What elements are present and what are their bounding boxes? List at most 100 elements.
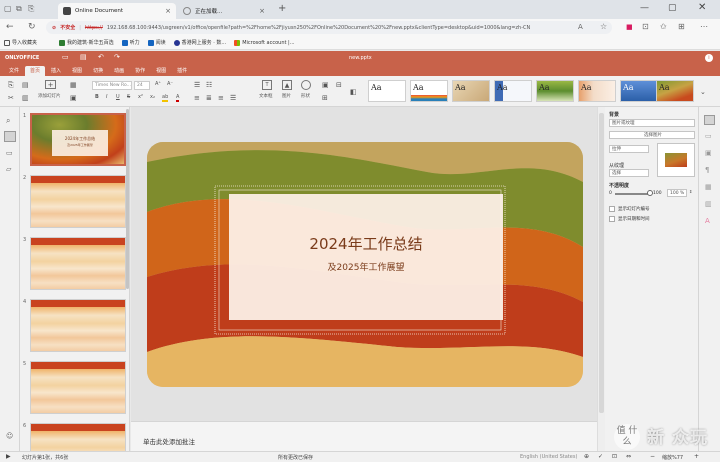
tab-actions-icon[interactable]: ⎘	[28, 4, 34, 14]
fill-type-select[interactable]: 图片或纹理	[609, 119, 695, 127]
new-tab-button[interactable]: +	[278, 3, 286, 14]
tab-loading[interactable]: 正在加载... ×	[178, 3, 270, 19]
save-icon[interactable]: ▭	[62, 53, 69, 61]
chart-settings-icon[interactable]: ▥	[705, 200, 712, 208]
theme-thumb-8[interactable]: Aa	[656, 80, 694, 102]
slide-thumbnail-2[interactable]	[30, 175, 126, 228]
opacity-slider[interactable]	[615, 193, 651, 195]
textbox-button[interactable]: T 文本框	[259, 79, 275, 105]
slide-subtitle[interactable]: 及2025年工作展望	[229, 260, 503, 273]
info-icon[interactable]: i	[705, 54, 713, 62]
arrange-icon[interactable]: ▣	[322, 81, 329, 89]
bookmark-item[interactable]: 听力	[121, 39, 140, 46]
numbering-icon[interactable]: ☷	[206, 81, 212, 89]
underline-icon[interactable]: U	[116, 94, 120, 100]
color-scheme-icon[interactable]: ◧	[350, 88, 357, 96]
align-right-icon[interactable]: ≡	[218, 94, 224, 102]
scroll-thumb[interactable]	[599, 113, 604, 413]
reset-icon[interactable]: ▣	[70, 94, 77, 102]
add-slide-button[interactable]: + 添加幻灯片	[38, 79, 62, 105]
cut-icon[interactable]: ✂	[8, 94, 14, 102]
align-left-icon[interactable]: ≡	[194, 94, 200, 102]
align-center-icon[interactable]: ≣	[206, 94, 212, 102]
theme-thumb-7[interactable]: Aa	[620, 80, 658, 102]
strikethrough-icon[interactable]: S	[127, 94, 130, 100]
redo-icon[interactable]: ↷	[114, 53, 120, 61]
comments-icon[interactable]: ▭	[6, 149, 13, 157]
stretch-select[interactable]: 拉伸	[609, 145, 649, 153]
favorites-icon[interactable]: ✩	[660, 22, 667, 32]
tab-animation[interactable]: 动画	[109, 66, 129, 76]
tab-view[interactable]: 视图	[151, 66, 171, 76]
theme-gallery-expand-icon[interactable]: ⌄	[700, 88, 706, 96]
group-icon[interactable]: ⊞	[322, 94, 328, 102]
theme-thumb-5[interactable]: Aa	[536, 80, 574, 102]
slide-number-checkbox[interactable]	[609, 206, 615, 212]
slide-thumbnail-3[interactable]	[30, 237, 126, 290]
fit-slide-icon[interactable]: ⊡	[612, 453, 617, 460]
slideshow-icon[interactable]: ▶	[6, 453, 11, 460]
favorite-star-icon[interactable]: ☆	[600, 22, 607, 32]
slide-title[interactable]: 2024年工作总结	[229, 233, 503, 254]
undo-icon[interactable]: ↶	[98, 53, 104, 61]
select-image-button[interactable]: 选择图片	[609, 131, 695, 139]
print-icon[interactable]: ▤	[80, 53, 87, 61]
extension-icon[interactable]: ■	[626, 22, 633, 32]
decrease-font-icon[interactable]: A⁻	[167, 81, 173, 87]
textart-settings-icon[interactable]: A	[705, 217, 710, 225]
language-select[interactable]: English (United States)	[520, 454, 577, 460]
bookmark-item[interactable]: 我的建筑·新华五百选	[59, 39, 114, 46]
tab-online-document[interactable]: Online Document ×	[58, 3, 176, 19]
close-tab-icon[interactable]: ×	[165, 7, 171, 15]
bookmark-item[interactable]: 香港网上服务 · 数...	[173, 39, 226, 46]
chat-icon[interactable]: ▱	[6, 165, 11, 173]
italic-icon[interactable]: I	[106, 94, 107, 100]
opacity-input[interactable]: 100 %	[667, 189, 687, 197]
bookmark-item[interactable]: Microsoft account |...	[234, 39, 295, 46]
bookmark-item[interactable]: 阅读	[147, 39, 166, 46]
theme-thumb-6[interactable]: Aa	[578, 80, 616, 102]
read-aloud-icon[interactable]: A	[578, 22, 583, 32]
tab-file[interactable]: 文件	[4, 66, 24, 76]
paragraph-settings-icon[interactable]: ¶	[705, 166, 709, 174]
close-tab-icon[interactable]: ×	[259, 7, 265, 15]
tab-plugins[interactable]: 插件	[172, 66, 192, 76]
layout-icon[interactable]: ▦	[70, 81, 77, 89]
image-button[interactable]: ▲ 图片	[280, 79, 294, 105]
justify-icon[interactable]: ☰	[230, 94, 236, 102]
tab-insert[interactable]: 插入	[46, 66, 66, 76]
browser-menu-icon[interactable]: ▢	[4, 4, 12, 13]
close-window-icon[interactable]: ✕	[698, 2, 706, 13]
more-menu-icon[interactable]: ⋯	[700, 22, 708, 32]
search-icon[interactable]: ⌕	[6, 116, 10, 126]
opacity-spinner-icon[interactable]: ⇕	[689, 189, 692, 194]
slide-thumbnail-5[interactable]	[30, 361, 126, 414]
spellcheck-icon[interactable]: ✓	[598, 453, 603, 460]
font-color-icon[interactable]: A	[176, 94, 180, 102]
font-size-select[interactable]: 24	[134, 81, 150, 90]
workspaces-icon[interactable]: ⧉	[16, 4, 22, 14]
minimize-icon[interactable]: —	[640, 3, 649, 13]
table-settings-icon[interactable]: ▦	[705, 183, 712, 191]
url-field[interactable]: ⊘ 不安全 | https:// 192.168.68.100:9443/usg…	[46, 21, 612, 34]
shape-settings-icon[interactable]: ▭	[705, 132, 712, 140]
fit-width-icon[interactable]: ⇔	[626, 453, 631, 460]
paste-icon[interactable]: ▤	[22, 81, 29, 89]
slide-thumbnail-6[interactable]	[30, 423, 126, 451]
slide-settings-icon[interactable]	[704, 115, 715, 125]
texture-select[interactable]: 选择	[609, 169, 649, 177]
tab-home[interactable]: 首页	[25, 66, 46, 76]
theme-thumb-4[interactable]: Aa	[494, 80, 532, 102]
date-time-checkbox[interactable]	[609, 216, 615, 222]
tab-transitions[interactable]: 切换	[88, 66, 108, 76]
theme-thumb-1[interactable]: Aa	[368, 80, 406, 102]
format-painter-icon[interactable]: ▥	[22, 94, 29, 102]
subscript-icon[interactable]: x₂	[150, 94, 155, 100]
collections-icon[interactable]: ⊞	[678, 22, 685, 32]
maximize-icon[interactable]: ▢	[668, 3, 677, 13]
split-screen-icon[interactable]: ⊡	[642, 22, 649, 32]
superscript-icon[interactable]: x²	[138, 94, 143, 100]
bullets-icon[interactable]: ☰	[194, 81, 200, 89]
slide-thumbnail-1[interactable]: 2024年工作总结 及2025年工作展望	[30, 113, 126, 166]
canvas-scrollbar[interactable]	[597, 107, 605, 451]
